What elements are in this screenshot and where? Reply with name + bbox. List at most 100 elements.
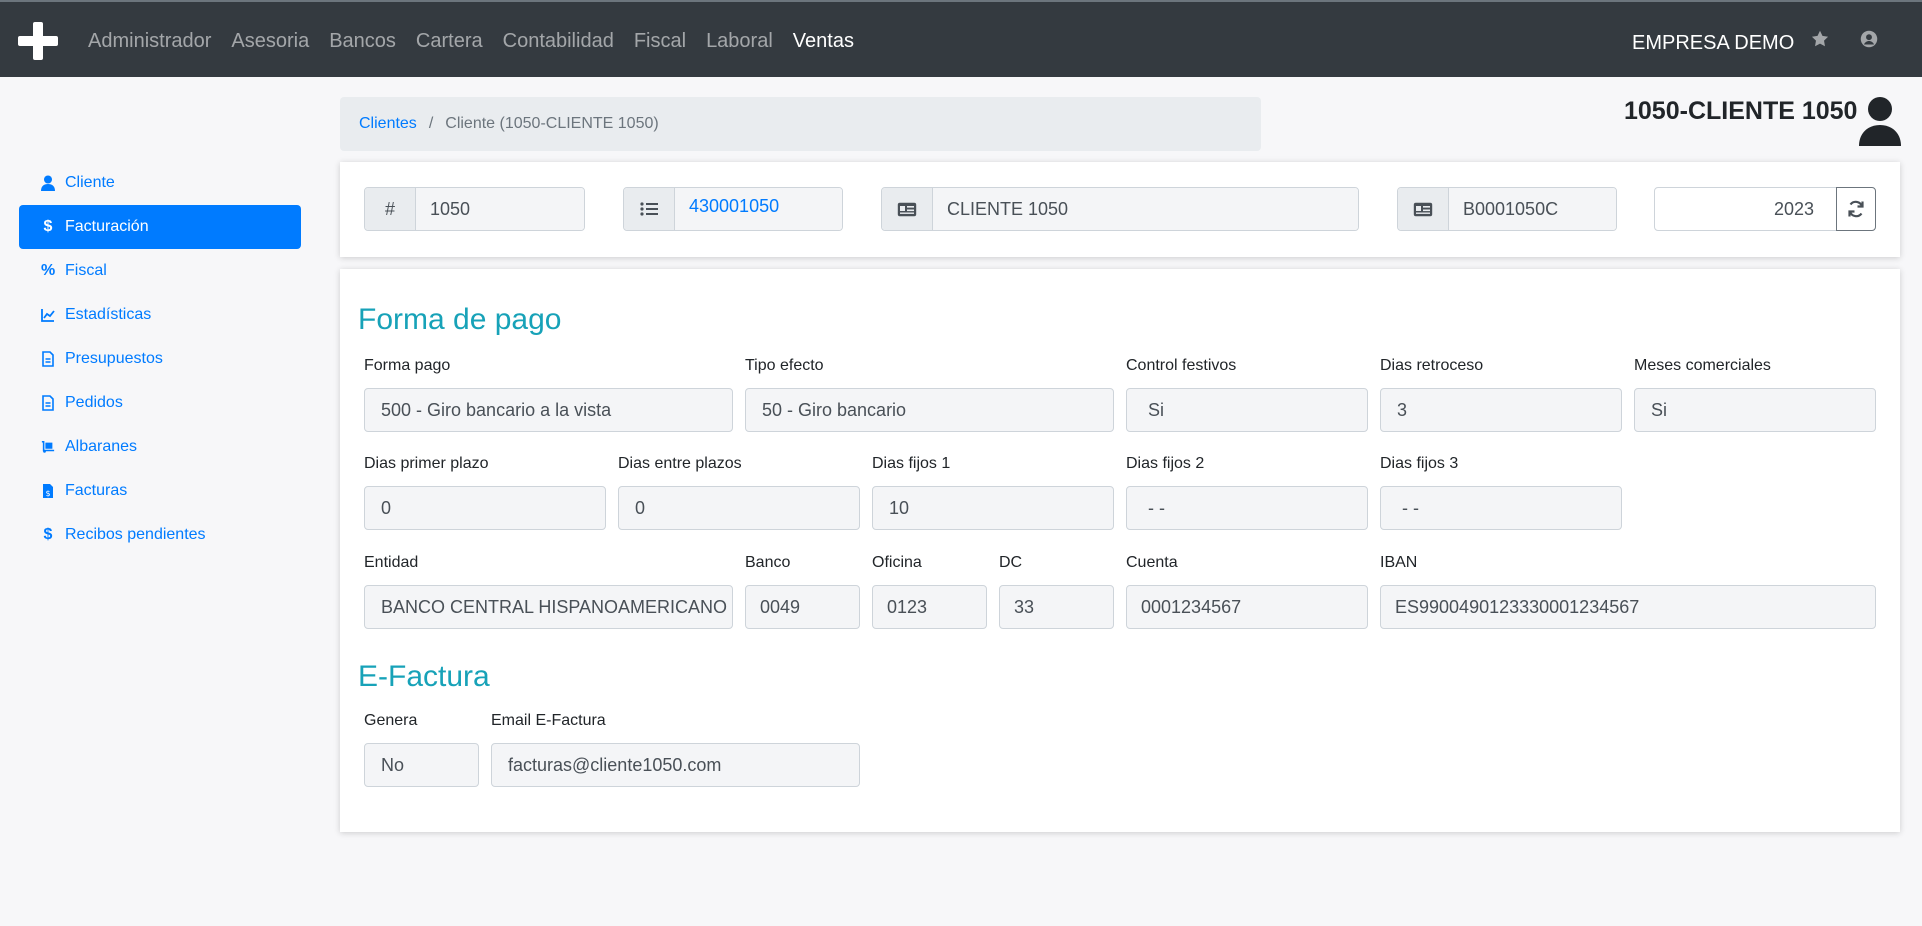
nav-bancos[interactable]: Bancos bbox=[329, 30, 396, 53]
list-icon bbox=[624, 188, 675, 230]
email-efactura-field[interactable]: facturas@cliente1050.com bbox=[491, 743, 860, 787]
sidebar-item-label: Presupuestos bbox=[65, 350, 163, 367]
sidebar-item-label: Cliente bbox=[65, 174, 115, 191]
dias-fijos-2-label: Dias fijos 2 bbox=[1126, 455, 1205, 472]
banco-field[interactable]: 0049 bbox=[745, 585, 860, 629]
meses-comerciales-field[interactable]: Si bbox=[1634, 388, 1876, 432]
forma-pago-title: Forma de pago bbox=[358, 303, 562, 336]
sidebar-item-facturas[interactable]: $ Facturas bbox=[19, 469, 301, 513]
breadcrumb-current: Cliente (1050-CLIENTE 1050) bbox=[445, 115, 659, 132]
refresh-button[interactable] bbox=[1836, 187, 1876, 231]
client-name-field[interactable]: CLIENTE 1050 bbox=[933, 188, 1358, 230]
sidebar-item-label: Fiscal bbox=[65, 262, 107, 279]
client-title: 1050-CLIENTE 1050 bbox=[1624, 97, 1858, 125]
entidad-label: Entidad bbox=[364, 554, 419, 571]
nav-administrador[interactable]: Administrador bbox=[88, 30, 211, 53]
client-code-group: # 1050 bbox=[364, 187, 585, 231]
email-efactura-label: Email E-Factura bbox=[491, 712, 606, 729]
dias-fijos-2-select[interactable]: - - bbox=[1126, 486, 1368, 530]
banco-label: Banco bbox=[745, 554, 791, 571]
dollar-icon: $ bbox=[43, 526, 53, 543]
cuenta-field[interactable]: 0001234567 bbox=[1126, 585, 1368, 629]
sidebar-item-fiscal[interactable]: % Fiscal bbox=[19, 249, 301, 293]
sidebar-item-label: Estadísticas bbox=[65, 306, 152, 323]
dolly-icon bbox=[41, 440, 55, 453]
client-code-field[interactable]: 1050 bbox=[416, 188, 584, 230]
dias-entre-plazos-label: Dias entre plazos bbox=[618, 455, 742, 472]
tipo-efecto-field[interactable]: 50 - Giro bancario bbox=[745, 388, 1114, 432]
percent-icon: % bbox=[41, 262, 56, 279]
dias-fijos-3-label: Dias fijos 3 bbox=[1380, 455, 1459, 472]
tipo-efecto-label: Tipo efecto bbox=[745, 357, 824, 374]
efactura-title: E-Factura bbox=[358, 660, 490, 693]
svg-text:$: $ bbox=[45, 489, 50, 498]
breadcrumb: Clientes / Cliente (1050-CLIENTE 1050) bbox=[340, 97, 1261, 151]
meses-comerciales-label: Meses comerciales bbox=[1634, 357, 1771, 374]
nav-fiscal[interactable]: Fiscal bbox=[634, 30, 686, 53]
star-icon[interactable] bbox=[1809, 28, 1831, 50]
sidebar-item-label: Recibos pendientes bbox=[65, 526, 206, 543]
nav-asesoria[interactable]: Asesoria bbox=[231, 30, 309, 53]
genera-field[interactable]: No bbox=[364, 743, 479, 787]
dias-retroceso-label: Dias retroceso bbox=[1380, 357, 1484, 374]
client-nif-field[interactable]: B0001050C bbox=[1449, 188, 1616, 230]
chart-line-icon bbox=[41, 309, 55, 322]
entidad-field[interactable]: BANCO CENTRAL HISPANOAMERICANO bbox=[364, 585, 733, 629]
sidebar-item-label: Pedidos bbox=[65, 394, 123, 411]
dias-retroceso-field[interactable]: 3 bbox=[1380, 388, 1622, 432]
sidebar-item-presupuestos[interactable]: Presupuestos bbox=[19, 337, 301, 381]
breadcrumb-separator: / bbox=[428, 115, 434, 132]
dc-label: DC bbox=[999, 554, 1023, 571]
dias-fijos-1-field[interactable]: 10 bbox=[872, 486, 1114, 530]
id-card-icon bbox=[882, 188, 933, 230]
user-circle-icon[interactable] bbox=[1858, 28, 1880, 50]
top-navbar: Administrador Asesoria Bancos Cartera Co… bbox=[0, 0, 1922, 77]
hash-addon: # bbox=[365, 188, 416, 230]
sidebar-item-pedidos[interactable]: Pedidos bbox=[19, 381, 301, 425]
sidebar: Cliente $ Facturación % Fiscal Estadísti… bbox=[19, 161, 301, 557]
file-invoice-icon: $ bbox=[43, 484, 53, 498]
iban-label: IBAN bbox=[1380, 554, 1418, 571]
control-festivos-label: Control festivos bbox=[1126, 357, 1237, 374]
dollar-icon: $ bbox=[43, 218, 53, 235]
company-name[interactable]: EMPRESA DEMO bbox=[1632, 32, 1794, 55]
control-festivos-field[interactable]: Si bbox=[1126, 388, 1368, 432]
client-account-group: 430001050 bbox=[623, 187, 843, 231]
dias-fijos-3-select[interactable]: - - bbox=[1380, 486, 1622, 530]
dias-entre-plazos-field[interactable]: 0 bbox=[618, 486, 860, 530]
dias-primer-plazo-field[interactable]: 0 bbox=[364, 486, 606, 530]
oficina-field[interactable]: 0123 bbox=[872, 585, 987, 629]
nav-contabilidad[interactable]: Contabilidad bbox=[503, 30, 614, 53]
cuenta-label: Cuenta bbox=[1126, 554, 1178, 571]
file-icon bbox=[42, 351, 54, 367]
client-account-link[interactable]: 430001050 bbox=[675, 188, 842, 230]
sidebar-item-cliente[interactable]: Cliente bbox=[19, 161, 301, 205]
forma-pago-field[interactable]: 500 - Giro bancario a la vista bbox=[364, 388, 733, 432]
sidebar-item-estadisticas[interactable]: Estadísticas bbox=[19, 293, 301, 337]
id-card-icon bbox=[1398, 188, 1449, 230]
breadcrumb-clientes[interactable]: Clientes bbox=[359, 115, 417, 133]
user-icon bbox=[1859, 97, 1901, 146]
client-name-group: CLIENTE 1050 bbox=[881, 187, 1359, 231]
user-icon bbox=[41, 175, 55, 191]
refresh-icon bbox=[1848, 200, 1864, 218]
dc-field[interactable]: 33 bbox=[999, 585, 1114, 629]
sidebar-item-label: Facturación bbox=[65, 218, 149, 235]
genera-label: Genera bbox=[364, 712, 418, 729]
nav-ventas[interactable]: Ventas bbox=[793, 30, 854, 53]
year-input[interactable]: 2023 bbox=[1654, 187, 1837, 231]
file-icon bbox=[42, 395, 54, 411]
client-nif-group: B0001050C bbox=[1397, 187, 1617, 231]
forma-pago-label: Forma pago bbox=[364, 357, 451, 374]
iban-field[interactable]: ES9900490123330001234567 bbox=[1380, 585, 1876, 629]
nav-cartera[interactable]: Cartera bbox=[416, 30, 483, 53]
dias-fijos-1-label: Dias fijos 1 bbox=[872, 455, 951, 472]
sidebar-item-recibos-pendientes[interactable]: $ Recibos pendientes bbox=[19, 513, 301, 557]
plus-logo-icon[interactable] bbox=[18, 22, 58, 60]
main-menu: Administrador Asesoria Bancos Cartera Co… bbox=[88, 30, 874, 53]
nav-laboral[interactable]: Laboral bbox=[706, 30, 773, 53]
dias-primer-plazo-label: Dias primer plazo bbox=[364, 455, 489, 472]
sidebar-item-albaranes[interactable]: Albaranes bbox=[19, 425, 301, 469]
sidebar-item-label: Albaranes bbox=[65, 438, 138, 455]
sidebar-item-facturacion[interactable]: $ Facturación bbox=[19, 205, 301, 249]
